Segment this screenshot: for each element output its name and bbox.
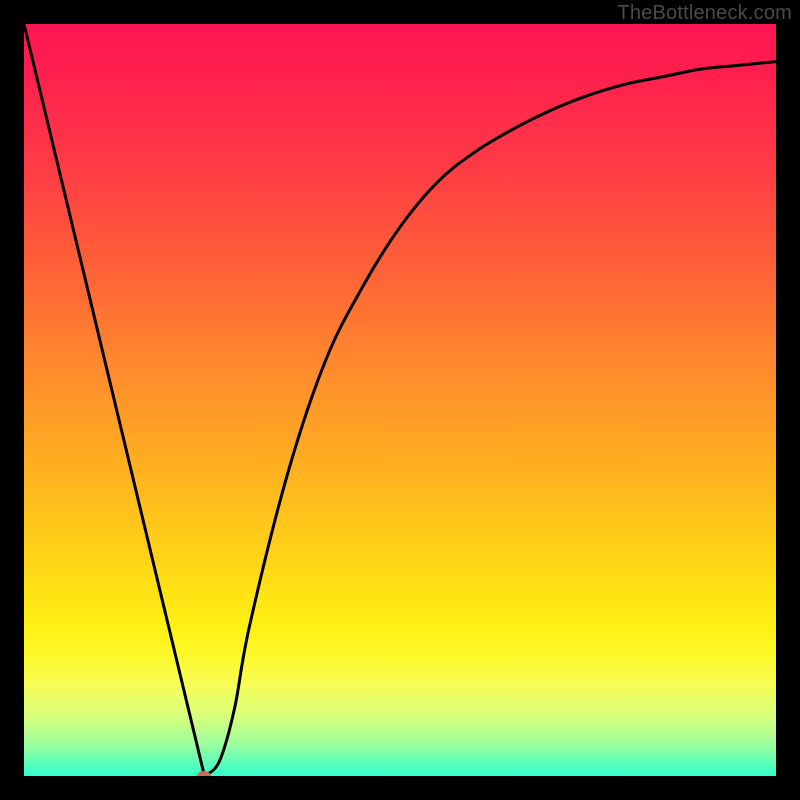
chart-frame: TheBottleneck.com <box>0 0 800 800</box>
bottleneck-curve <box>24 24 776 776</box>
plot-area <box>24 24 776 776</box>
curve-svg <box>24 24 776 776</box>
watermark-text: TheBottleneck.com <box>617 2 792 25</box>
bottleneck-marker <box>197 771 211 776</box>
